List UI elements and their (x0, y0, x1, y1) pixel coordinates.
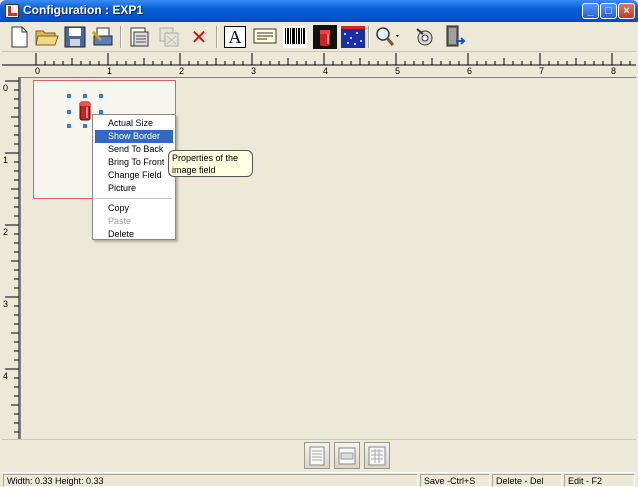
menu-item-actual-size[interactable]: Actual Size (95, 117, 173, 130)
selection-handle[interactable] (67, 94, 71, 98)
page-setup-icon[interactable] (126, 24, 152, 50)
ruler-label-top: 2 (179, 66, 185, 76)
grid-view-icon[interactable] (364, 442, 390, 469)
toolbar-separator (120, 26, 122, 48)
image-field[interactable] (79, 100, 91, 121)
ruler-label-left: 3 (3, 299, 9, 309)
status-bar: Width: 0.33 Height: 0.33 Save -Ctrl+S De… (2, 472, 636, 487)
delete-x-icon[interactable]: ✕ (186, 24, 212, 50)
menu-item-show-border[interactable]: Show Border (95, 130, 173, 143)
delete-x-glyph: ✕ (190, 25, 208, 49)
ruler-label-top: 8 (611, 66, 617, 76)
ruler-label-top: 5 (395, 66, 401, 76)
menu-separator (96, 198, 172, 199)
status-delete-shortcut: Delete - Del (492, 474, 562, 487)
menu-item-delete[interactable]: Delete (95, 228, 173, 241)
text-field-icon[interactable]: A (222, 24, 248, 50)
ruler-label-top: 3 (251, 66, 257, 76)
status-dimensions: Width: 0.33 Height: 0.33 (3, 474, 418, 487)
menu-item-copy[interactable]: Copy (95, 202, 173, 215)
text-field-glyph: A (228, 26, 242, 47)
maximize-button[interactable]: □ (600, 3, 617, 19)
menu-item-paste: Paste (108, 216, 132, 226)
print-icon[interactable] (90, 24, 116, 50)
open-folder-icon[interactable] (34, 24, 60, 50)
ruler-left: 0 1 2 3 4 (2, 77, 20, 439)
menu-item-send-to-back[interactable]: Send To Back (95, 143, 173, 156)
graphic-field-icon[interactable] (340, 24, 366, 50)
new-file-icon[interactable] (6, 24, 32, 50)
selection-handle[interactable] (83, 124, 87, 128)
ruler-label-left: 1 (3, 155, 9, 165)
minimize-button[interactable]: _ (582, 3, 599, 19)
tooltip: Properties of the image field (168, 150, 253, 177)
toolbar-separator (216, 26, 218, 48)
menu-item-bring-to-front[interactable]: Bring To Front (95, 156, 173, 169)
copy-fields-icon[interactable] (156, 24, 182, 50)
ruler-label-left: 4 (3, 371, 9, 381)
exit-door-icon[interactable] (442, 24, 468, 50)
menu-item-change-field[interactable]: Change Field (95, 169, 173, 182)
ruler-label-top: 7 (539, 66, 545, 76)
save-disk-icon[interactable] (62, 24, 88, 50)
ruler-label-left: 0 (3, 83, 9, 93)
image-field-icon[interactable] (312, 24, 338, 50)
barcode-icon[interactable] (282, 24, 308, 50)
selection-handle[interactable] (99, 94, 103, 98)
label-view-icon[interactable] (334, 442, 360, 469)
status-edit-shortcut: Edit - F2 (564, 474, 635, 487)
window-title: Configuration : EXP1 (23, 3, 143, 17)
toolbar-separator (368, 26, 370, 48)
app-icon (5, 4, 19, 18)
bottom-toolbar (2, 439, 636, 471)
toolbar: ✕ A (2, 22, 636, 52)
context-menu: Actual Size Show Border Send To Back Bri… (92, 114, 176, 240)
ruler-label-top: 1 (107, 66, 113, 76)
ruler-top: 0 1 2 3 4 5 6 7 8 (2, 53, 636, 77)
selection-handle[interactable] (67, 124, 71, 128)
ruler-label-left: 2 (3, 227, 9, 237)
selection-handle[interactable] (67, 110, 71, 114)
ruler-label-top: 4 (323, 66, 329, 76)
ruler-label-top: 6 (467, 66, 473, 76)
status-save-shortcut: Save -Ctrl+S (420, 474, 490, 487)
page-view-icon[interactable] (304, 442, 330, 469)
menu-item-picture[interactable]: Picture (95, 182, 173, 195)
settings-icon[interactable] (412, 24, 438, 50)
close-button[interactable]: × (618, 3, 635, 19)
title-bar: Configuration : EXP1 _ □ × (0, 0, 638, 22)
ruler-label-top: 0 (35, 66, 41, 76)
text-frame-icon[interactable] (252, 24, 278, 50)
zoom-icon[interactable] (374, 24, 400, 50)
selection-handle[interactable] (83, 94, 87, 98)
